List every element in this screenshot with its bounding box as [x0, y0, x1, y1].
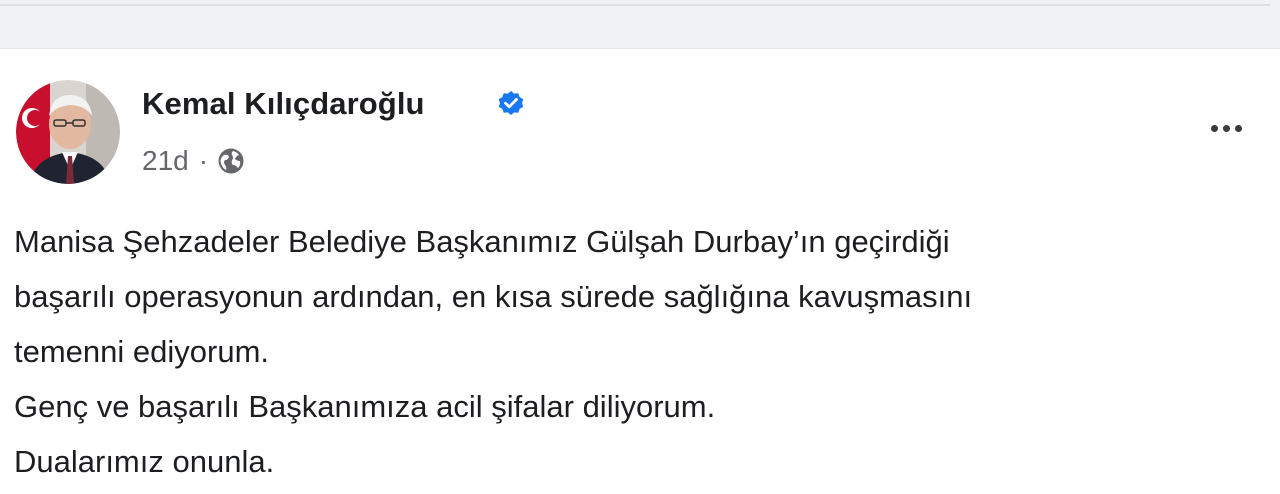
post-timestamp[interactable]: 21d	[142, 145, 189, 177]
post-body: Manisa Şehzadeler Belediye Başkanımız Gü…	[14, 214, 1264, 489]
author-avatar[interactable]	[16, 80, 120, 184]
verified-badge-icon	[498, 91, 524, 115]
globe-icon[interactable]	[216, 146, 246, 176]
more-options-button[interactable]	[1200, 108, 1252, 148]
divider	[0, 4, 1270, 6]
post-text-line: başarılı operasyonun ardından, en kısa s…	[14, 279, 973, 314]
more-options-icon	[1222, 124, 1230, 132]
post-text-line: Dualarımız onunla.	[14, 444, 275, 479]
more-options-icon	[1234, 124, 1242, 132]
more-options-icon	[1210, 124, 1218, 132]
avatar-photo	[16, 80, 120, 184]
post-text-line: Genç ve başarılı Başkanımıza acil şifala…	[14, 389, 716, 424]
post-text-line: Manisa Şehzadeler Belediye Başkanımız Gü…	[14, 224, 950, 259]
post-text-line: temenni ediyorum.	[14, 334, 270, 369]
post-meta: 21d ·	[142, 145, 246, 177]
feed-top-strip	[0, 0, 1280, 48]
author-name[interactable]: Kemal Kılıçdaroğlu	[142, 86, 425, 122]
meta-separator: ·	[198, 145, 209, 176]
